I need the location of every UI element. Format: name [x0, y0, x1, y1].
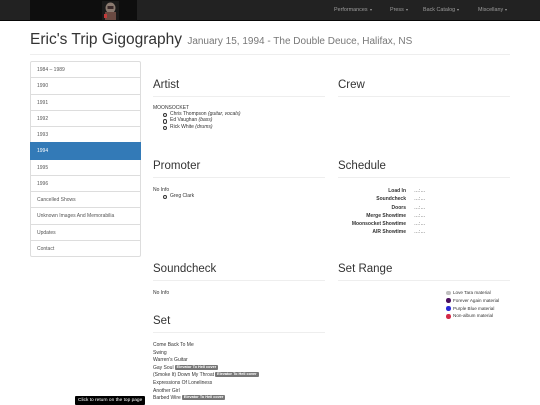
nav-performances[interactable]: Performances	[334, 0, 372, 21]
back-to-top-button[interactable]: Click to return on the top page	[75, 396, 146, 405]
legend-item: Non-album material	[446, 313, 510, 319]
sidebar-item-cancelled-shows[interactable]: Cancelled Shows	[30, 191, 141, 209]
page-subtitle: January 15, 1994 - The Double Deuce, Hal…	[187, 36, 413, 47]
nav-back-catalog[interactable]: Back Catalog	[423, 0, 460, 21]
set-range-divider	[338, 280, 510, 281]
sidebar-item-1993[interactable]: 1993	[30, 126, 141, 144]
sidebar-item-1984-1989[interactable]: 1984 – 1989	[30, 61, 141, 79]
chevron-down-icon	[457, 8, 460, 11]
promoter-heading: Promoter	[153, 160, 201, 172]
list-item: (Smoke It) Down My Throat Elevator To Hel…	[153, 372, 259, 379]
promoter-divider	[153, 177, 325, 178]
schedule-row: Soundcheck…:…	[376, 196, 426, 203]
list-item: Another Girl	[153, 387, 180, 394]
nav-press[interactable]: Press	[390, 0, 408, 21]
legend-dot-forever-again	[446, 298, 451, 303]
soundcheck-divider	[153, 280, 325, 281]
crew-divider	[338, 96, 510, 97]
title-divider	[30, 54, 510, 55]
chevron-down-icon	[369, 8, 372, 11]
list-item: Greg Clark	[153, 193, 194, 200]
schedule-row: AIR Showtime…:…	[372, 229, 426, 236]
legend-dot-purple-blue	[446, 306, 451, 311]
set-range-heading: Set Range	[338, 263, 393, 275]
soundcheck-heading: Soundcheck	[153, 263, 217, 275]
schedule-list: Load In…:… Soundcheck…:… Doors…:… Merge …	[338, 187, 426, 237]
legend-item: Love Tara material	[446, 290, 510, 296]
sidebar-item-1991[interactable]: 1991	[30, 93, 141, 111]
schedule-row: Moonsocket Showtime…:…	[351, 221, 426, 228]
promoter-list: Greg Clark	[153, 193, 194, 200]
top-navbar: Performances Press Back Catalog Miscella…	[0, 0, 540, 21]
sidebar-item-1990[interactable]: 1990	[30, 77, 141, 95]
list-item: Expressions Of Loneliness	[153, 379, 213, 386]
promoter-block: No Info Greg Clark	[153, 187, 194, 200]
artist-heading: Artist	[153, 79, 180, 91]
legend-dot-non-album	[446, 313, 451, 319]
sidebar-item-1996[interactable]: 1996	[30, 174, 141, 192]
schedule-row: Doors…:…	[391, 204, 426, 211]
chevron-down-icon	[405, 8, 408, 11]
set-divider	[153, 332, 325, 333]
chevron-down-icon	[505, 8, 508, 11]
list-item: Swing	[153, 349, 167, 356]
cover-badge: Elevator To Hell cover	[181, 395, 226, 401]
cover-badge: Elevator To Hell cover	[174, 364, 219, 370]
artist-divider	[153, 96, 325, 97]
set-range-legend: Love Tara material Forever Again materia…	[446, 290, 510, 321]
schedule-row: Load In…:…	[388, 188, 426, 194]
logo-icon[interactable]	[102, 1, 119, 20]
brand-banner[interactable]	[30, 0, 137, 21]
sidebar-item-contact[interactable]: Contact	[30, 239, 141, 257]
list-item: Barbed Wire Elevator To Hell cover	[153, 395, 226, 402]
list-item: Gay Soul Elevator To Hell cover	[153, 364, 219, 371]
sidebar-item-unknown-images[interactable]: Unknown Images And Memorabilia	[30, 207, 141, 225]
member-list: Chris Thompson (guitar, vocals) Ed Vaugh…	[153, 111, 241, 131]
schedule-row: Merge Showtime…:…	[366, 212, 426, 219]
sidebar-item-updates[interactable]: Updates	[30, 223, 141, 241]
sidebar-item-1992[interactable]: 1992	[30, 109, 141, 127]
set-list: Come Back To Me Swing Warren's Guitar Ga…	[153, 342, 259, 403]
set-heading: Set	[153, 315, 171, 327]
legend-item: Purple Blue material	[446, 306, 510, 311]
legend-dot-love-tara	[446, 290, 451, 296]
schedule-divider	[338, 177, 510, 178]
year-sidebar: 1984 – 1989 1990 1991 1992 1993 1994 199…	[30, 61, 141, 257]
crew-heading: Crew	[338, 79, 365, 91]
page-title: Eric's Trip Gigography January 15, 1994 …	[30, 31, 413, 48]
sidebar-item-1994[interactable]: 1994	[30, 142, 141, 160]
soundcheck-info: No Info	[153, 290, 170, 296]
nav-miscellany[interactable]: Miscellany	[478, 0, 508, 21]
cover-badge: Elevator To Hell cover	[215, 372, 259, 378]
list-item: Rick White (drums)	[153, 124, 241, 131]
artist-block: MOONSOCKET Chris Thompson (guitar, vocal…	[153, 105, 241, 131]
list-item: Come Back To Me	[153, 342, 194, 348]
sidebar-item-1995[interactable]: 1995	[30, 158, 141, 176]
legend-item: Forever Again material	[446, 298, 510, 303]
list-item: Warren's Guitar	[153, 357, 188, 364]
schedule-heading: Schedule	[338, 160, 386, 172]
